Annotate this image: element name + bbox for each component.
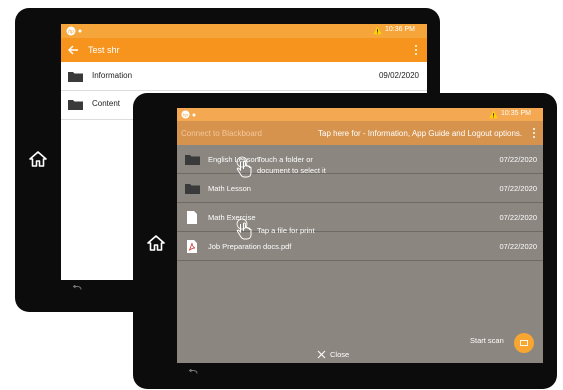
scan-icon [520,340,528,346]
notification-dot-icon [78,29,82,33]
list-item-date: 09/02/2020 [378,71,419,80]
kebab-menu-icon[interactable] [532,127,536,139]
svg-text:hp: hp [183,112,189,117]
status-time: 10:36 PM [385,26,415,33]
header-hint[interactable]: Tap here for - Information, App Guide an… [318,129,522,138]
status-time: 10:35 PM [501,110,531,117]
nav-back-icon[interactable] [72,285,82,294]
status-bar: hp 10:36 PM [61,24,427,38]
document-icon [187,211,197,224]
svg-text:hp: hp [68,29,74,35]
list-item[interactable]: Information 09/02/2020 [61,62,427,90]
close-button[interactable]: Close [317,349,357,361]
hand-pointer-icon [236,156,252,178]
list-item[interactable]: Math Lesson 07/22/2020 [177,174,543,203]
list-item-name: Job Preparation docs.pdf [208,242,292,251]
list-item-date: 07/22/2020 [499,155,537,164]
start-scan-button[interactable] [514,333,534,353]
app-bar: Test shr [61,38,427,62]
warning-icon [489,110,498,119]
list-item[interactable]: Job Preparation docs.pdf 07/22/2020 [177,232,543,261]
list-item-name: Math Lesson [208,184,251,193]
list-item-date: 07/22/2020 [499,213,537,222]
file-list: English Lesson 07/22/2020 Math Lesson 07… [177,145,543,261]
tip-select: Touch a folder or document to select it [257,155,326,175]
hand-pointer-icon [236,218,252,240]
close-label: Close [330,350,350,359]
back-arrow-icon[interactable] [68,45,79,55]
tip-print: Tap a file for print [257,226,315,235]
start-scan-label: Start scan [470,336,504,345]
home-icon[interactable] [29,150,47,168]
front-screen: hp 10:35 PM Connect to Blackboard Tap he… [177,108,543,363]
folder-icon [68,100,83,110]
pdf-icon [187,240,197,253]
folder-icon [185,155,200,165]
app-bar[interactable]: Connect to Blackboard Tap here for - Inf… [177,121,543,145]
folder-icon [185,184,200,194]
front-nav-bar [177,363,543,389]
nav-back-icon[interactable] [188,369,198,378]
app-title: Connect to Blackboard [181,129,262,138]
list-item-name: Content [92,99,121,108]
list-item[interactable]: Math Exercise 07/22/2020 [177,203,543,232]
list-item-date: 07/22/2020 [499,242,537,251]
notification-dot-icon [192,113,196,117]
folder-icon [68,72,83,82]
kebab-menu-icon[interactable] [414,44,418,56]
warning-icon [373,26,382,35]
list-item-date: 07/22/2020 [499,184,537,193]
status-bar: hp 10:35 PM [177,108,543,121]
hp-logo-icon: hp [66,26,76,36]
home-icon[interactable] [147,234,165,252]
list-item[interactable]: English Lesson 07/22/2020 [177,145,543,174]
list-item-name: Information [92,71,133,80]
page-title: Test shr [88,45,120,55]
close-icon [317,350,326,359]
hp-logo-icon: hp [181,110,190,119]
